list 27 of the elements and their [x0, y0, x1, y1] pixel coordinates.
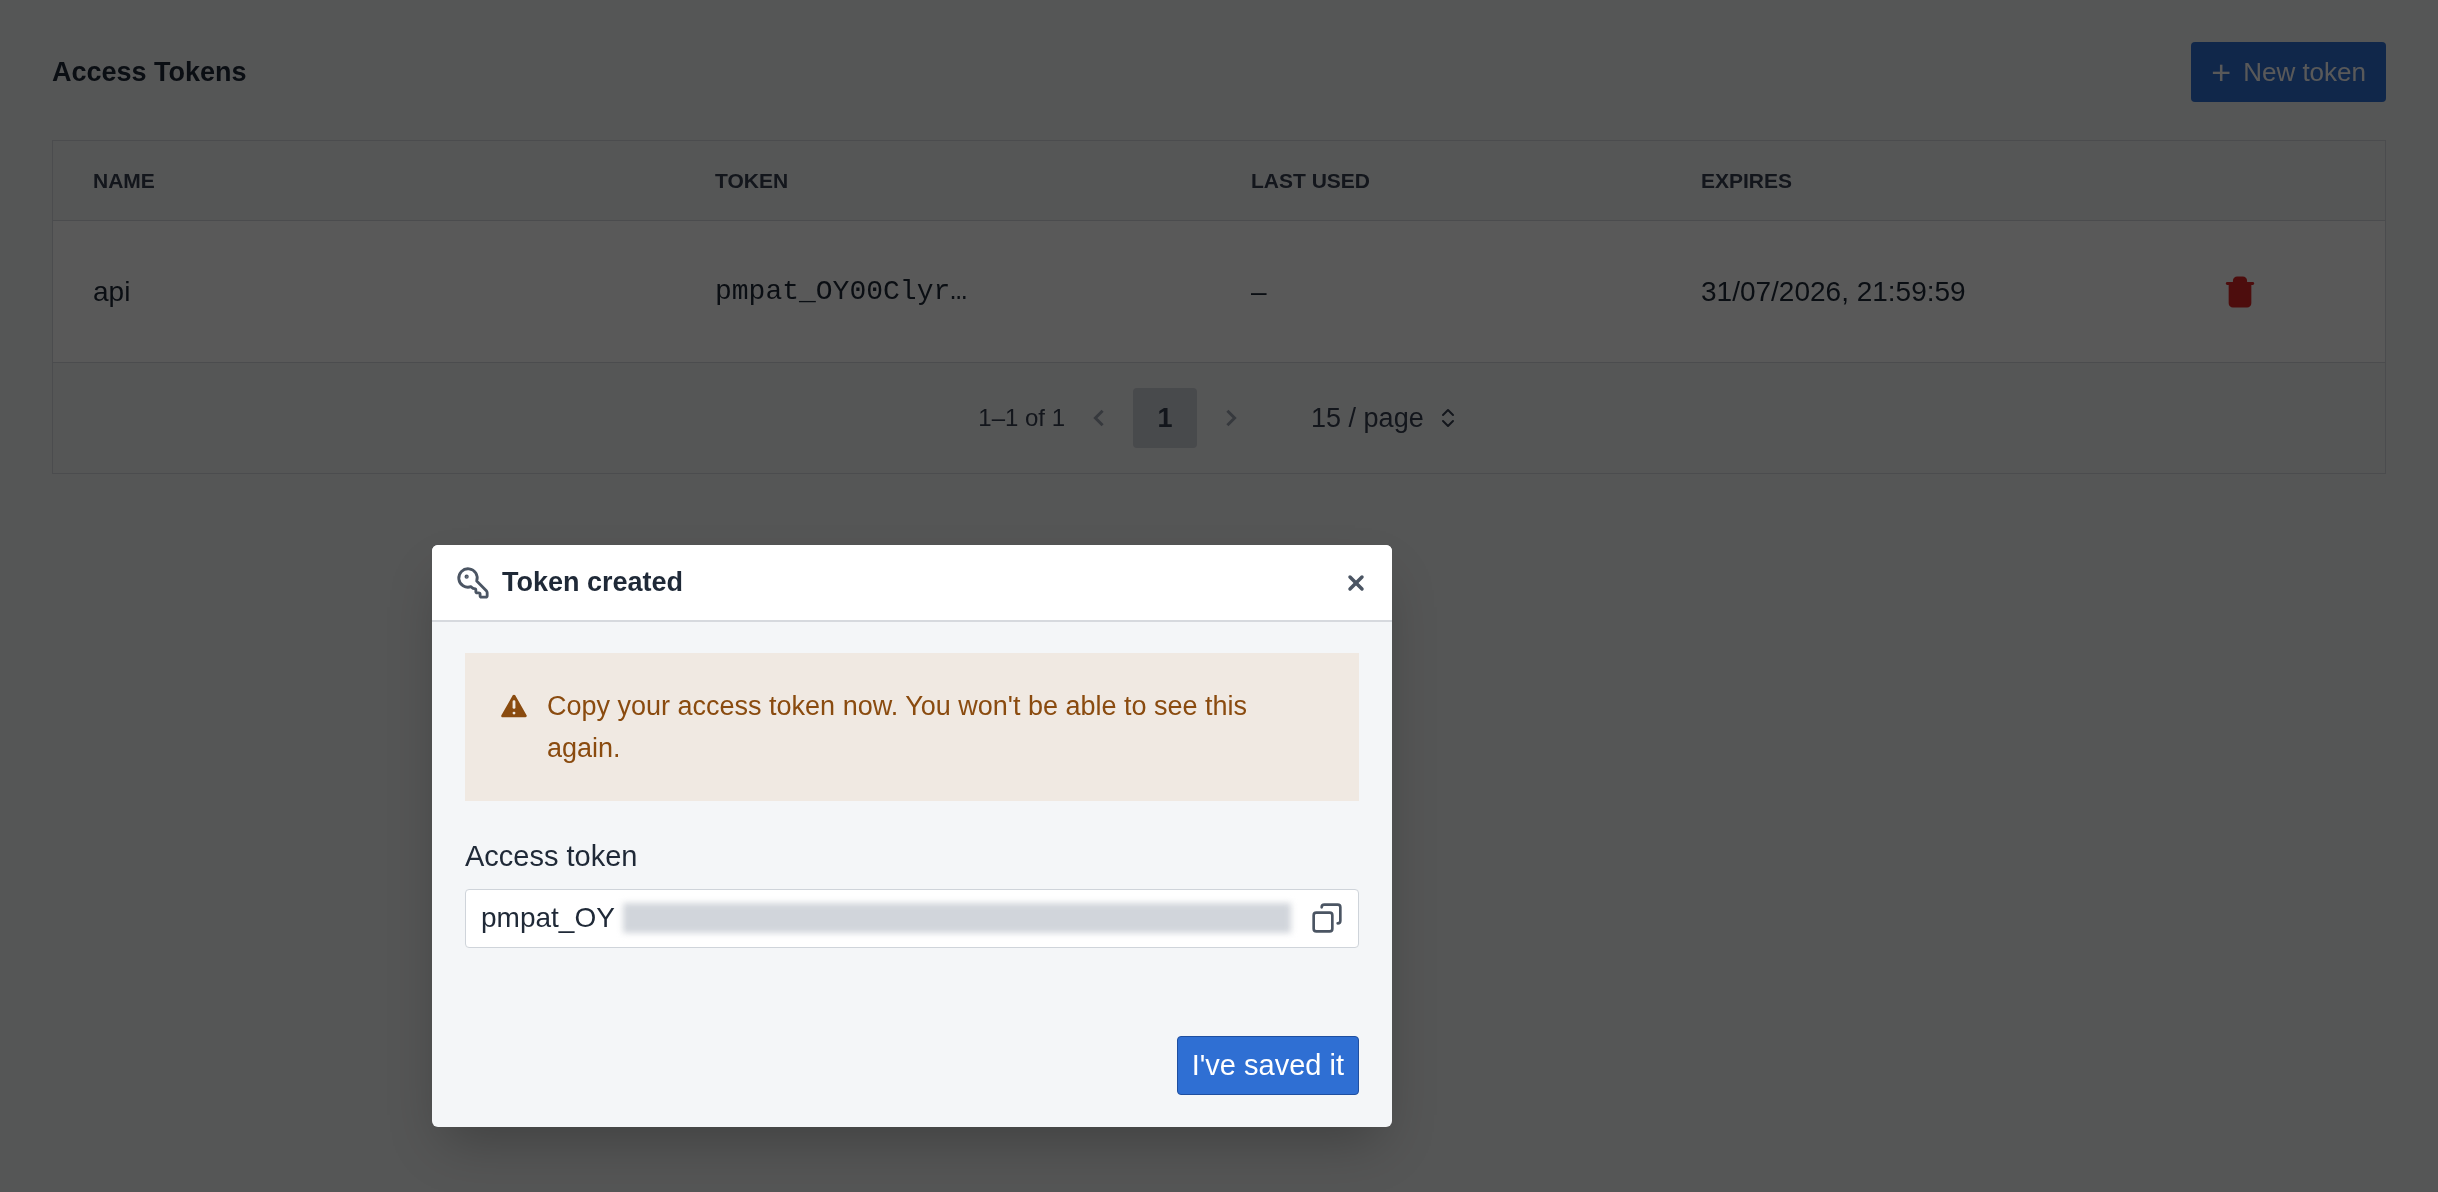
table-cell-text: – [1251, 274, 1268, 309]
column-header: TOKEN [715, 167, 790, 194]
page-range: 1–1 of 1 [978, 403, 1066, 433]
chevron-right-icon [1225, 408, 1238, 428]
delete-button[interactable] [2223, 274, 2257, 309]
saved-button[interactable]: I've saved it [1176, 1036, 1359, 1095]
table-cell-text: api [93, 274, 132, 309]
previous-page-button[interactable] [1093, 408, 1106, 428]
page-size-select[interactable]: 15 / page [1311, 397, 1460, 439]
key-icon [456, 565, 490, 600]
table-cell-text: pmpat_OY00Clyr… [715, 274, 969, 309]
column-header: LAST USED [1251, 167, 1371, 194]
column-header: NAME [93, 167, 156, 194]
dialog-title: Token created [502, 566, 684, 600]
token-value: pmpat_OY [481, 901, 615, 935]
copy-icon [1311, 902, 1343, 934]
copy-button[interactable] [1311, 902, 1343, 934]
trash-icon [2223, 274, 2257, 309]
warning-text: Copy your access token now. You won't be able to see this again. [547, 690, 1249, 765]
field-label: Access token [465, 839, 639, 874]
table-cell-text: 31/07/2026, 21:59:59 [1701, 274, 1967, 309]
chevron-left-icon [1093, 408, 1106, 428]
column-header: EXPIRES [1701, 167, 1794, 194]
access-token-field[interactable]: pmpat_OY [465, 888, 1359, 948]
next-page-button[interactable] [1225, 408, 1238, 428]
page-title: Access Tokens [52, 55, 247, 89]
new-token-button[interactable]: + New token [2191, 42, 2386, 102]
